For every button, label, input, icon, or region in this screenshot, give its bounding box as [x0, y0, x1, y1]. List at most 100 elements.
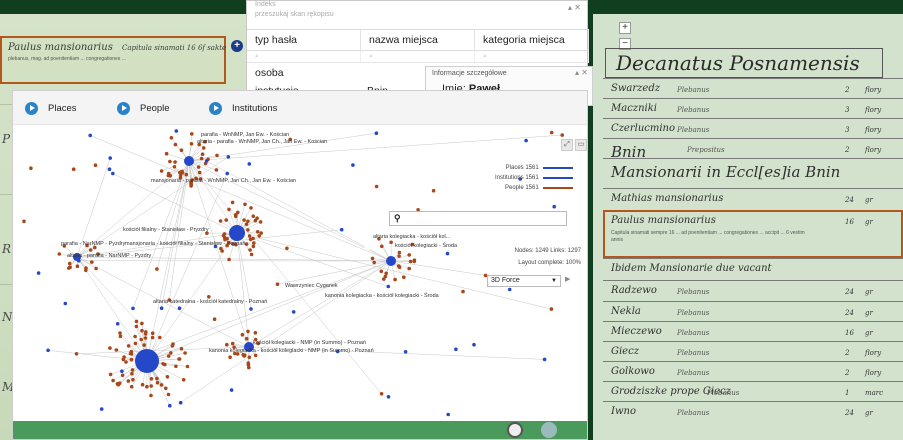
- graph-node[interactable]: [230, 200, 235, 205]
- person-node[interactable]: [201, 146, 206, 150]
- person-node[interactable]: [200, 152, 205, 156]
- graph-node[interactable]: [403, 350, 408, 354]
- graph-node[interactable]: [177, 306, 182, 310]
- person-node[interactable]: [155, 376, 159, 381]
- graph-node[interactable]: [386, 395, 391, 399]
- graph-node[interactable]: [168, 403, 172, 408]
- person-node[interactable]: [139, 337, 143, 342]
- graph-node[interactable]: [351, 163, 355, 167]
- graph-node[interactable]: [472, 342, 476, 347]
- register-row[interactable]: Bnin Prepositus 2 flory: [603, 138, 903, 161]
- person-node[interactable]: [379, 269, 384, 274]
- person-node[interactable]: [244, 336, 249, 341]
- person-node[interactable]: [140, 328, 144, 333]
- hub-node[interactable]: [229, 225, 245, 241]
- graph-node[interactable]: [63, 301, 68, 306]
- graph-node[interactable]: [93, 163, 98, 167]
- person-node[interactable]: [253, 353, 258, 358]
- person-node[interactable]: [75, 264, 80, 268]
- person-node[interactable]: [67, 261, 72, 266]
- graph-node[interactable]: [22, 219, 26, 224]
- person-node[interactable]: [171, 342, 175, 346]
- graph-node[interactable]: [88, 133, 92, 138]
- person-node[interactable]: [140, 382, 145, 387]
- person-node[interactable]: [173, 142, 178, 147]
- person-node[interactable]: [407, 266, 412, 271]
- person-node[interactable]: [172, 165, 177, 169]
- graph-search-input[interactable]: ⚲: [389, 211, 567, 226]
- person-node[interactable]: [382, 277, 386, 281]
- graph-node[interactable]: [454, 347, 458, 352]
- graph-node[interactable]: [445, 251, 450, 256]
- person-node[interactable]: [402, 275, 406, 279]
- graph-node[interactable]: [461, 289, 465, 294]
- person-node[interactable]: [134, 319, 139, 324]
- graph-node[interactable]: [46, 348, 50, 353]
- graph-node[interactable]: [249, 307, 253, 311]
- graph-node[interactable]: [552, 204, 556, 209]
- person-node[interactable]: [370, 256, 375, 261]
- selected-node[interactable]: [32, 284, 42, 294]
- graph-node[interactable]: [549, 130, 554, 135]
- person-node[interactable]: [251, 214, 256, 218]
- person-node[interactable]: [131, 377, 135, 382]
- selected-node[interactable]: [204, 356, 214, 366]
- hub-node[interactable]: [135, 349, 159, 373]
- person-node[interactable]: [393, 277, 397, 282]
- person-node[interactable]: [140, 321, 144, 326]
- register-row[interactable]: Grodziszke prope Giecz Plebanus 1 marc: [603, 381, 903, 401]
- person-node[interactable]: [165, 375, 170, 379]
- register-row[interactable]: Mathias mansionarius 24 gr: [603, 188, 903, 210]
- person-node[interactable]: [227, 257, 231, 262]
- person-node[interactable]: [189, 184, 193, 188]
- person-node[interactable]: [222, 232, 227, 236]
- person-node[interactable]: [189, 142, 194, 146]
- person-node[interactable]: [134, 324, 139, 329]
- graph-node[interactable]: [339, 227, 344, 232]
- person-node[interactable]: [224, 218, 228, 222]
- person-node[interactable]: [219, 246, 223, 251]
- person-node[interactable]: [179, 347, 184, 351]
- person-node[interactable]: [218, 219, 223, 223]
- graph-node[interactable]: [115, 322, 120, 326]
- person-node[interactable]: [155, 380, 160, 385]
- graph-node[interactable]: [111, 171, 115, 176]
- graph-node[interactable]: [229, 388, 234, 392]
- person-node[interactable]: [150, 331, 155, 335]
- register-row[interactable]: Maczniki Plebanus 3 flory: [603, 98, 903, 118]
- register-row[interactable]: Golkowo Plebanus 2 flory: [603, 361, 903, 381]
- add-icon[interactable]: +: [231, 40, 243, 52]
- person-node[interactable]: [248, 237, 253, 242]
- graph-node[interactable]: [226, 155, 231, 159]
- person-node[interactable]: [243, 202, 247, 207]
- person-node[interactable]: [397, 250, 402, 255]
- graph-node[interactable]: [174, 129, 179, 133]
- person-node[interactable]: [230, 341, 235, 346]
- person-node[interactable]: [190, 132, 194, 136]
- person-node[interactable]: [397, 254, 401, 258]
- person-node[interactable]: [116, 382, 121, 387]
- person-node[interactable]: [166, 354, 171, 358]
- person-node[interactable]: [196, 165, 201, 169]
- graph-node[interactable]: [374, 184, 379, 189]
- graph-node[interactable]: [386, 284, 391, 289]
- graph-node[interactable]: [291, 310, 296, 314]
- window-icon[interactable]: ▭: [575, 139, 587, 151]
- tab-people[interactable]: People: [117, 99, 170, 117]
- person-node[interactable]: [247, 234, 252, 238]
- graph-node[interactable]: [225, 171, 229, 176]
- person-node[interactable]: [246, 228, 250, 232]
- register-row[interactable]: Czerlucmino Plebanus 3 flory: [603, 118, 903, 138]
- person-node[interactable]: [253, 331, 258, 335]
- person-node[interactable]: [84, 268, 88, 273]
- graph-node[interactable]: [155, 267, 159, 271]
- person-node[interactable]: [227, 207, 231, 212]
- person-node[interactable]: [149, 377, 154, 381]
- person-node[interactable]: [126, 379, 131, 383]
- graph-node[interactable]: [374, 131, 379, 135]
- person-node[interactable]: [183, 351, 187, 355]
- filter-input[interactable]: ⌕: [475, 51, 589, 62]
- person-node[interactable]: [258, 220, 263, 224]
- graph-node[interactable]: [446, 412, 451, 417]
- column-header[interactable]: typ hasła: [247, 29, 361, 51]
